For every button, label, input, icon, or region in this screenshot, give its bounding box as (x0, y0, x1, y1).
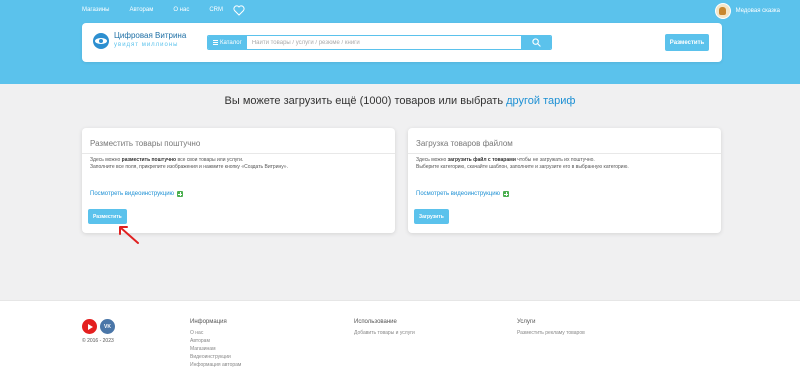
search-bar: Каталог (207, 35, 552, 50)
social-links: VK (82, 319, 115, 334)
footer-link[interactable]: Добавить товары и услуги (354, 329, 415, 337)
user-name[interactable]: Медовая сказка (736, 8, 780, 14)
search-button[interactable] (521, 36, 551, 49)
header-panel: Цифровая Витрина увидят миллионы Каталог… (82, 23, 722, 62)
honey-jar-icon (719, 7, 727, 15)
card-file-upload: Загрузка товаров файлом Здесь можно загр… (408, 128, 721, 233)
youtube-icon[interactable] (82, 319, 97, 334)
change-tariff-link[interactable]: другой тариф (506, 95, 575, 107)
upload-limit-text: Вы можете загрузить ещё (1000) товаров и… (224, 95, 504, 107)
plus-icon[interactable] (177, 191, 184, 197)
catalog-label: Каталог (220, 39, 242, 46)
nav-link-shops[interactable]: Магазины (82, 7, 109, 13)
menu-icon (213, 40, 218, 45)
top-navigation: Магазины Авторам О нас CRM Медовая сказк… (0, 0, 800, 22)
user-menu[interactable]: Медовая сказка (714, 3, 780, 19)
card-description: Здесь можно загрузить файл с товарами чт… (416, 157, 629, 170)
footer-link[interactable]: Информация авторам (190, 361, 241, 369)
video-instruction-link[interactable]: Посмотреть видеоинструкцию (90, 191, 184, 197)
nav-link-authors[interactable]: Авторам (129, 7, 153, 13)
nav-link-about[interactable]: О нас (173, 7, 189, 13)
footer-column-title: Услуги (517, 319, 536, 325)
footer-link[interactable]: О нас (190, 329, 241, 337)
avatar[interactable] (714, 3, 731, 19)
upload-button[interactable]: Загрузить (414, 209, 449, 224)
footer-column-services: Услуги Разместить рекламу товаров (517, 319, 585, 337)
annotation-arrow-icon (119, 226, 139, 244)
header-post-button[interactable]: Разместить (665, 34, 709, 51)
card-title: Разместить товары поштучно (90, 139, 201, 148)
video-instruction-link[interactable]: Посмотреть видеоинструкцию (416, 191, 510, 197)
site-logo[interactable]: Цифровая Витрина увидят миллионы (93, 31, 186, 50)
nav-link-crm[interactable]: CRM (209, 7, 223, 13)
copyright: © 2016 - 2023 (82, 338, 114, 344)
footer-link[interactable]: Разместить рекламу товаров (517, 329, 585, 337)
eye-logo-icon (93, 32, 109, 49)
logo-title: Цифровая Витрина (114, 31, 187, 40)
logo-tagline: увидят миллионы (114, 42, 179, 48)
divider (82, 153, 395, 154)
top-nav-links: Магазины Авторам О нас CRM (82, 7, 243, 13)
vk-icon[interactable]: VK (100, 319, 115, 334)
card-title: Загрузка товаров файлом (416, 139, 513, 148)
card-single-upload: Разместить товары поштучно Здесь можно р… (82, 128, 395, 233)
upload-limit-info: Вы можете загрузить ещё (1000) товаров и… (0, 95, 800, 107)
footer-column-info: Информация О нас Авторам Магазинам Видео… (190, 319, 241, 369)
footer-link[interactable]: Магазинам (190, 345, 241, 353)
card-description: Здесь можно разместить поштучно все свои… (90, 157, 288, 170)
footer-link[interactable]: Авторам (190, 337, 241, 345)
heart-icon[interactable] (233, 5, 245, 16)
footer-column-usage: Использование Добавить товары и услуги (354, 319, 415, 337)
footer-column-title: Использование (354, 319, 397, 325)
search-input[interactable] (246, 36, 521, 49)
footer: VK © 2016 - 2023 Информация О нас Автора… (0, 300, 800, 376)
divider (408, 153, 721, 154)
footer-column-title: Информация (190, 319, 227, 325)
plus-icon[interactable] (503, 191, 510, 197)
catalog-button[interactable]: Каталог (208, 36, 247, 49)
footer-link[interactable]: Видеоинструкции (190, 353, 241, 361)
search-icon (531, 38, 541, 47)
